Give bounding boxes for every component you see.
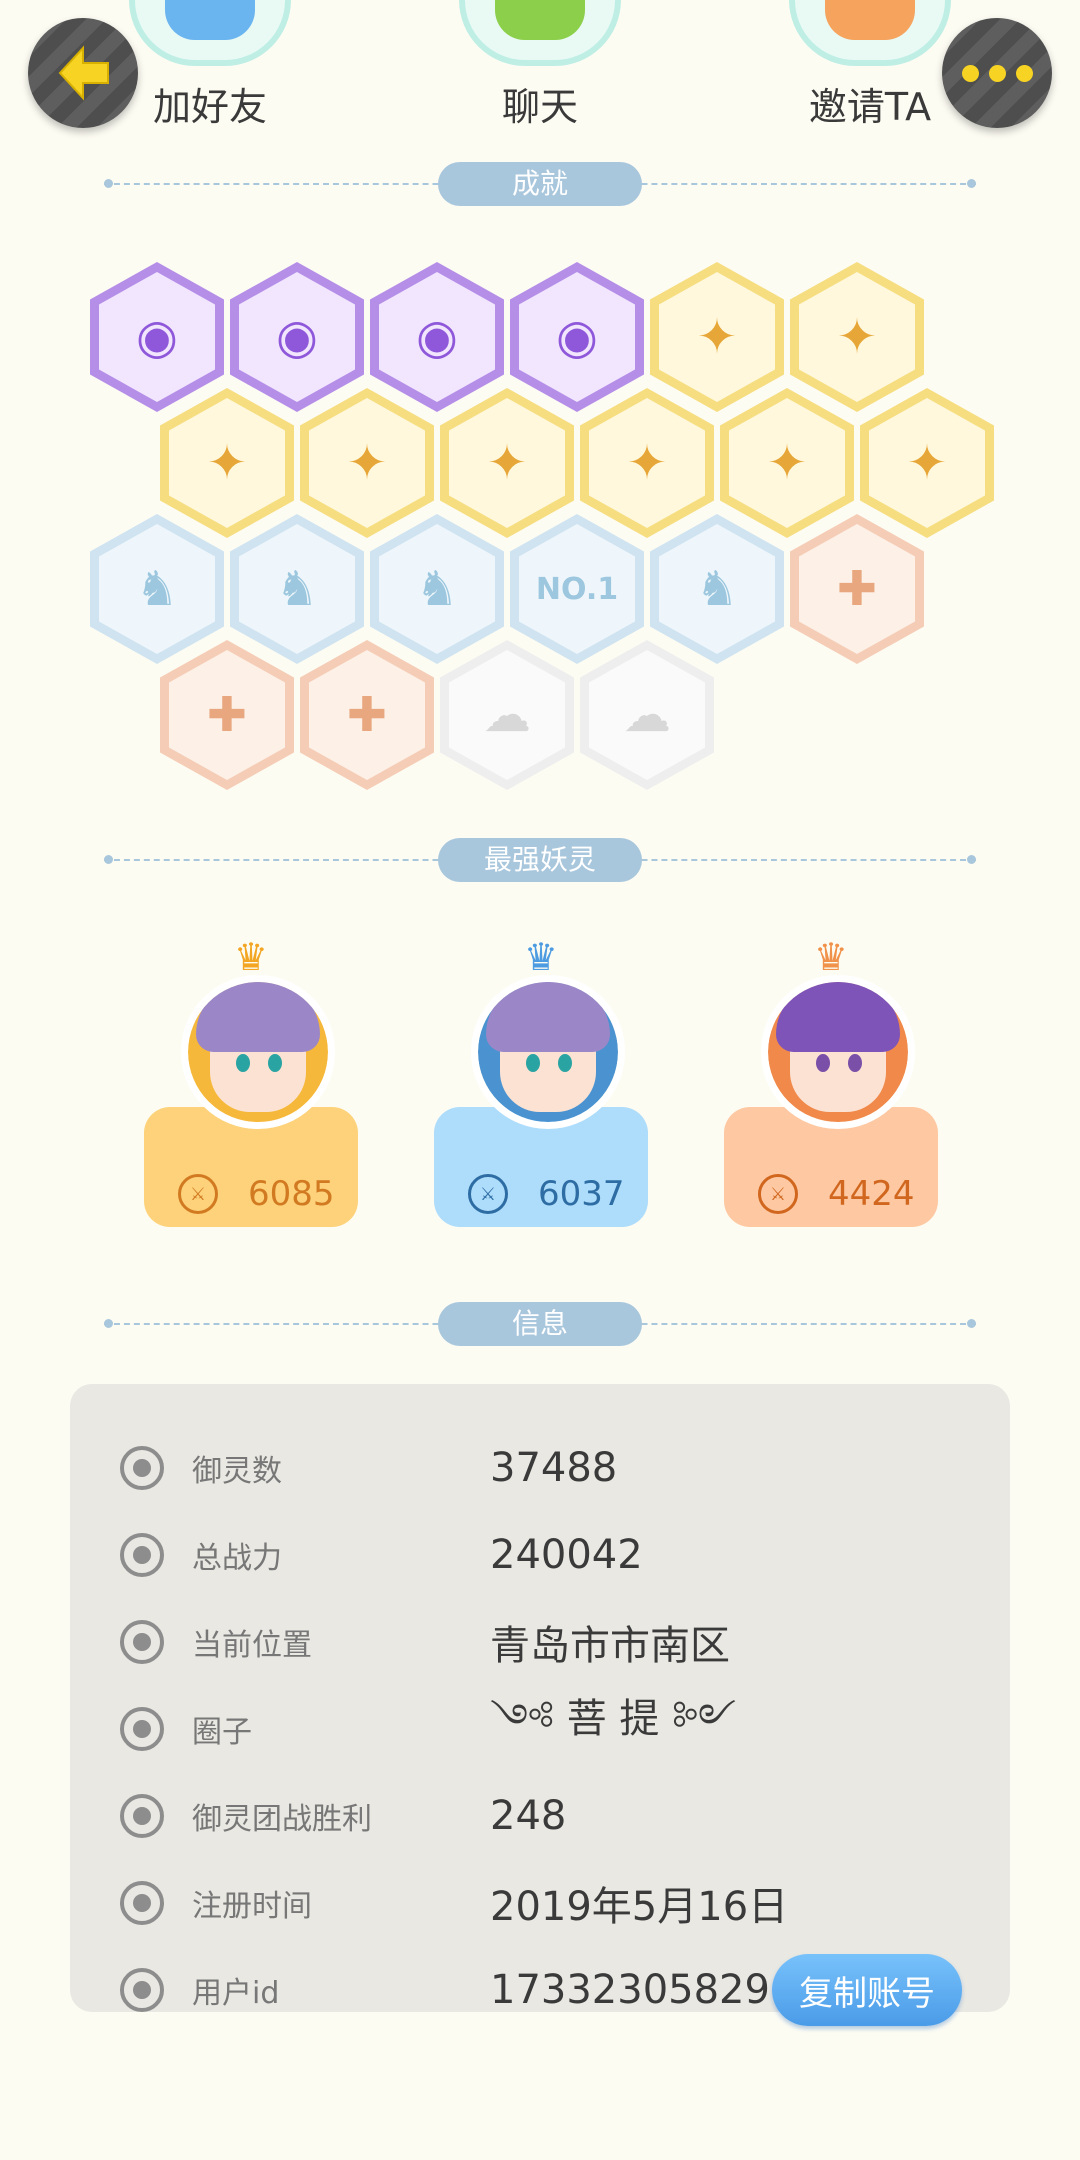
circle-icon bbox=[120, 1707, 164, 1751]
achievement-badge[interactable]: ☁ bbox=[580, 640, 714, 790]
info-title: 信息 bbox=[438, 1302, 642, 1346]
strongest-spirit-1[interactable]: ♛ ⚔ 6085 bbox=[144, 935, 358, 1227]
achievement-badges: ◉ ◉ ◉ ◉ ✦ ✦ ✦ ✦ ✦ ✦ ✦ ✦ ♞ ♞ ♞ NO.1 ♞ ✚ ✚ ✚ ☁ ☁ bbox=[0, 0, 1080, 800]
strongest-title: 最强妖灵 bbox=[438, 838, 642, 882]
purple-badge-icon: ◉ bbox=[99, 272, 215, 402]
achievement-badge[interactable]: ♞ bbox=[370, 514, 504, 664]
info-row-spirit-count: 御灵数 37488 bbox=[70, 1428, 1010, 1508]
strongest-spirit-3[interactable]: ♛ ⚔ 4424 bbox=[724, 935, 938, 1227]
copy-account-button[interactable]: 复制账号 bbox=[772, 1954, 962, 2026]
gold-crown-icon: ♛ bbox=[233, 935, 269, 979]
info-value: 240042 bbox=[490, 1532, 643, 1578]
info-row-total-power: 总战力 240042 bbox=[70, 1515, 1010, 1595]
achievement-badge[interactable]: NO.1 bbox=[510, 514, 644, 664]
info-row-team-wins: 御灵团战胜利 248 bbox=[70, 1776, 1010, 1856]
sword-icon: ⚔ bbox=[468, 1174, 508, 1214]
info-row-location: 当前位置 青岛市市南区 bbox=[70, 1602, 1010, 1682]
blue-badge-icon: ♞ bbox=[99, 524, 215, 654]
location-pin-icon bbox=[120, 1620, 164, 1664]
spirit-avatar bbox=[181, 975, 335, 1129]
blue-badge-icon: ♞ bbox=[659, 524, 775, 654]
info-value: 248 bbox=[490, 1793, 567, 1839]
blue-badge-icon: ♞ bbox=[239, 524, 355, 654]
id-card-icon bbox=[120, 1968, 164, 2012]
gold-badge-icon: ✦ bbox=[589, 398, 705, 528]
achievement-badge[interactable]: ✚ bbox=[160, 640, 294, 790]
achievement-badge[interactable]: ◉ bbox=[230, 262, 364, 412]
blue-crown-icon: ♛ bbox=[523, 935, 559, 979]
grey-badge-icon: ☁ bbox=[449, 650, 565, 780]
gold-badge-icon: ✦ bbox=[169, 398, 285, 528]
info-label: 御灵数 bbox=[192, 1454, 282, 1489]
info-value: 37488 bbox=[490, 1445, 618, 1491]
achievement-badge[interactable]: ✦ bbox=[860, 388, 994, 538]
grey-badge-icon: ☁ bbox=[589, 650, 705, 780]
spirit-avatar bbox=[471, 975, 625, 1129]
peach-badge-icon: ✚ bbox=[309, 650, 425, 780]
info-label: 注册时间 bbox=[192, 1889, 312, 1924]
gold-badge-icon: ✦ bbox=[729, 398, 845, 528]
info-value: 17332305829 bbox=[490, 1967, 770, 2013]
info-label: 当前位置 bbox=[192, 1628, 312, 1663]
info-label: 御灵团战胜利 bbox=[192, 1802, 372, 1837]
achievement-badge[interactable]: ✦ bbox=[300, 388, 434, 538]
purple-badge-icon: ◉ bbox=[239, 272, 355, 402]
info-value: 青岛市市南区 bbox=[490, 1623, 730, 1669]
gold-badge-icon: ✦ bbox=[869, 398, 985, 528]
achievement-badge[interactable]: ♞ bbox=[650, 514, 784, 664]
peach-badge-icon: ✚ bbox=[799, 524, 915, 654]
peach-badge-icon: ✚ bbox=[169, 650, 285, 780]
strongest-spirit-2[interactable]: ♛ ⚔ 6037 bbox=[434, 935, 648, 1227]
achievement-badge[interactable]: ◉ bbox=[370, 262, 504, 412]
info-label: 用户id bbox=[192, 1976, 280, 2011]
blue-badge-icon: ♞ bbox=[379, 524, 495, 654]
info-label: 圈子 bbox=[192, 1715, 252, 1750]
spirit-power: 6085 bbox=[248, 1174, 335, 1214]
info-header: 信息 bbox=[104, 1302, 976, 1346]
power-icon bbox=[120, 1533, 164, 1577]
spirit-power: 4424 bbox=[828, 1174, 915, 1214]
achievement-badge[interactable]: ☁ bbox=[440, 640, 574, 790]
info-value: ༺ 菩 提 ༻ bbox=[490, 1695, 737, 1742]
team-battle-icon bbox=[120, 1794, 164, 1838]
sword-icon: ⚔ bbox=[758, 1174, 798, 1214]
gold-badge-icon: ✦ bbox=[799, 272, 915, 402]
strongest-header: 最强妖灵 bbox=[104, 838, 976, 882]
achievement-badge[interactable]: ✦ bbox=[790, 262, 924, 412]
achievement-badge[interactable]: ◉ bbox=[90, 262, 224, 412]
achievement-badge[interactable]: ✦ bbox=[440, 388, 574, 538]
clock-icon bbox=[120, 1881, 164, 1925]
spirit-avatar bbox=[761, 975, 915, 1129]
achievement-badge[interactable]: ✦ bbox=[650, 262, 784, 412]
gold-badge-icon: ✦ bbox=[309, 398, 425, 528]
achievement-badge[interactable]: ✚ bbox=[790, 514, 924, 664]
purple-badge-icon: ◉ bbox=[519, 272, 635, 402]
spirit-power: 6037 bbox=[538, 1174, 625, 1214]
info-row-register-time: 注册时间 2019年5月16日 bbox=[70, 1863, 1010, 1943]
achievement-badge[interactable]: ✦ bbox=[580, 388, 714, 538]
achievement-badge[interactable]: ♞ bbox=[230, 514, 364, 664]
info-value: 2019年5月16日 bbox=[490, 1884, 789, 1930]
info-row-circle[interactable]: 圈子 ༺ 菩 提 ༻ bbox=[70, 1689, 1010, 1769]
gold-badge-icon: ✦ bbox=[659, 272, 775, 402]
achievement-badge[interactable]: ✦ bbox=[160, 388, 294, 538]
achievement-badge[interactable]: ◉ bbox=[510, 262, 644, 412]
achievement-badge[interactable]: ✚ bbox=[300, 640, 434, 790]
purple-badge-icon: ◉ bbox=[379, 272, 495, 402]
info-label: 总战力 bbox=[192, 1541, 282, 1576]
achievement-badge[interactable]: ✦ bbox=[720, 388, 854, 538]
info-panel: 御灵数 37488 总战力 240042 当前位置 青岛市市南区 圈子 ༺ 菩 … bbox=[70, 1384, 1010, 2026]
achievement-badge[interactable]: ♞ bbox=[90, 514, 224, 664]
info-row-user-id: 用户id 17332305829 复制账号 bbox=[70, 1950, 1010, 2030]
orange-crown-icon: ♛ bbox=[813, 935, 849, 979]
gold-badge-icon: ✦ bbox=[449, 398, 565, 528]
sword-icon: ⚔ bbox=[178, 1174, 218, 1214]
blue-badge-icon: NO.1 bbox=[519, 524, 635, 654]
spirit-count-icon bbox=[120, 1446, 164, 1490]
